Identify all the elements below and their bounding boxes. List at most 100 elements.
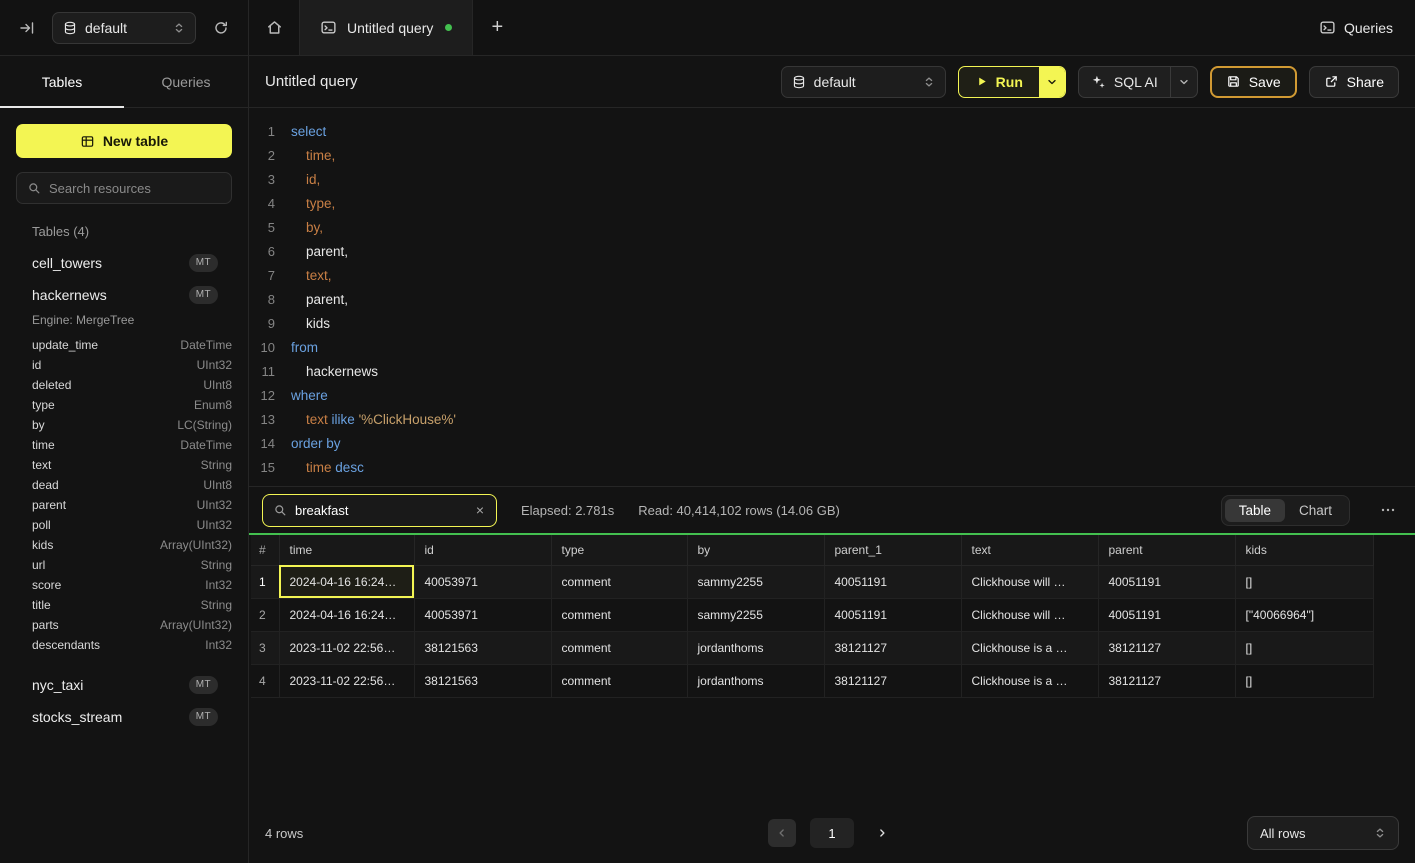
table-cell[interactable]: jordanthoms [687, 631, 824, 664]
editor-line[interactable]: 13 text ilike '%ClickHouse%' [249, 408, 1415, 432]
table-cell[interactable]: 38121563 [414, 631, 551, 664]
collapse-sidebar-button[interactable] [12, 13, 42, 43]
table-cell[interactable]: 40051191 [1098, 598, 1235, 631]
page-size-selector[interactable]: All rows [1247, 816, 1399, 850]
run-options-button[interactable] [1039, 67, 1065, 97]
editor-line[interactable]: 11 hackernews [249, 360, 1415, 384]
column-header[interactable]: parent_1 [824, 535, 961, 565]
queries-button[interactable]: Queries [1319, 0, 1393, 55]
table-cell[interactable]: comment [551, 631, 687, 664]
resource-search-input[interactable] [49, 181, 221, 196]
editor-line[interactable]: 6 parent, [249, 240, 1415, 264]
table-cell[interactable]: 40053971 [414, 598, 551, 631]
new-table-button[interactable]: New table [16, 124, 232, 158]
tab-untitled-query[interactable]: Untitled query [299, 0, 473, 55]
editor-line[interactable]: 14order by [249, 432, 1415, 456]
editor-line[interactable]: 1select [249, 120, 1415, 144]
table-cell[interactable]: 38121127 [824, 664, 961, 697]
table-cell[interactable]: Clickhouse will … [961, 598, 1098, 631]
row-number[interactable]: 3 [251, 631, 279, 664]
column-item[interactable]: typeEnum8 [16, 395, 232, 415]
table-cell[interactable]: [] [1235, 565, 1373, 598]
column-item[interactable]: titleString [16, 595, 232, 615]
editor-line[interactable]: 5 by, [249, 216, 1415, 240]
share-button[interactable]: Share [1309, 66, 1399, 98]
column-item[interactable]: descendantsInt32 [16, 635, 232, 655]
view-toggle-table[interactable]: Table [1225, 499, 1285, 522]
table-cell[interactable]: 2024-04-16 16:24… [279, 565, 414, 598]
column-header[interactable]: # [251, 535, 279, 565]
column-header[interactable]: by [687, 535, 824, 565]
table-cell[interactable]: 2023-11-02 22:56… [279, 631, 414, 664]
table-cell[interactable]: 40051191 [824, 598, 961, 631]
editor-line[interactable]: 4 type, [249, 192, 1415, 216]
editor-line[interactable]: 7 text, [249, 264, 1415, 288]
table-cell[interactable]: [] [1235, 664, 1373, 697]
table-cell[interactable]: 2023-11-02 22:56… [279, 664, 414, 697]
results-search-input[interactable] [295, 503, 466, 518]
sql-ai-button[interactable]: SQL AI [1079, 67, 1170, 97]
column-item[interactable]: idUInt32 [16, 355, 232, 375]
table-cell[interactable]: ["40066964"] [1235, 598, 1373, 631]
table-cell[interactable]: jordanthoms [687, 664, 824, 697]
sidebar-tab-tables[interactable]: Tables [0, 56, 124, 107]
table-cell[interactable]: Clickhouse is a … [961, 631, 1098, 664]
column-item[interactable]: byLC(String) [16, 415, 232, 435]
table-cell[interactable]: 38121127 [1098, 631, 1235, 664]
column-item[interactable]: deadUInt8 [16, 475, 232, 495]
column-item[interactable]: pollUInt32 [16, 515, 232, 535]
table-cell[interactable]: 40051191 [824, 565, 961, 598]
table-cell[interactable]: sammy2255 [687, 598, 824, 631]
editor-line[interactable]: 12where [249, 384, 1415, 408]
table-item[interactable]: hackernewsMT [16, 279, 232, 311]
previous-page-button[interactable] [768, 819, 796, 847]
table-item[interactable]: cell_towersMT [16, 247, 232, 279]
run-button[interactable]: Run [959, 67, 1039, 97]
column-item[interactable]: deletedUInt8 [16, 375, 232, 395]
column-header[interactable]: time [279, 535, 414, 565]
table-cell[interactable]: sammy2255 [687, 565, 824, 598]
table-cell[interactable]: comment [551, 664, 687, 697]
home-button[interactable] [249, 0, 299, 55]
column-header[interactable]: type [551, 535, 687, 565]
editor-line[interactable]: 15 time desc [249, 456, 1415, 480]
editor-line[interactable]: 3 id, [249, 168, 1415, 192]
table-item[interactable]: stocks_streamMT [16, 701, 232, 733]
results-more-button[interactable] [1374, 496, 1402, 524]
column-header[interactable]: parent [1098, 535, 1235, 565]
sidebar-tab-queries[interactable]: Queries [124, 56, 248, 107]
editor-line[interactable]: 9 kids [249, 312, 1415, 336]
column-item[interactable]: update_timeDateTime [16, 335, 232, 355]
column-header[interactable]: text [961, 535, 1098, 565]
column-item[interactable]: kidsArray(UInt32) [16, 535, 232, 555]
database-selector-main[interactable]: default [781, 66, 946, 98]
table-cell[interactable]: 40051191 [1098, 565, 1235, 598]
editor-line[interactable]: 2 time, [249, 144, 1415, 168]
table-cell[interactable]: comment [551, 565, 687, 598]
table-cell[interactable]: 38121127 [824, 631, 961, 664]
table-cell[interactable]: 38121127 [1098, 664, 1235, 697]
editor-line[interactable]: 8 parent, [249, 288, 1415, 312]
column-item[interactable]: parentUInt32 [16, 495, 232, 515]
table-cell[interactable]: comment [551, 598, 687, 631]
row-number[interactable]: 2 [251, 598, 279, 631]
database-selector-top[interactable]: default [52, 12, 196, 44]
table-item[interactable]: nyc_taxiMT [16, 669, 232, 701]
row-number[interactable]: 4 [251, 664, 279, 697]
column-item[interactable]: timeDateTime [16, 435, 232, 455]
column-item[interactable]: scoreInt32 [16, 575, 232, 595]
view-toggle-chart[interactable]: Chart [1285, 499, 1346, 522]
table-cell[interactable]: 2024-04-16 16:24… [279, 598, 414, 631]
refresh-button[interactable] [206, 13, 236, 43]
table-cell[interactable]: [] [1235, 631, 1373, 664]
next-page-button[interactable] [868, 819, 896, 847]
column-header[interactable]: id [414, 535, 551, 565]
new-tab-button[interactable]: + [473, 0, 521, 55]
clear-search-button[interactable]: × [474, 501, 486, 519]
current-page-indicator[interactable]: 1 [810, 818, 854, 848]
table-cell[interactable]: Clickhouse will … [961, 565, 1098, 598]
editor-line[interactable]: 10from [249, 336, 1415, 360]
sql-editor[interactable]: 1select2 time,3 id,4 type,5 by,6 parent,… [249, 108, 1415, 486]
table-cell[interactable]: Clickhouse is a … [961, 664, 1098, 697]
sql-ai-options-button[interactable] [1171, 67, 1197, 97]
